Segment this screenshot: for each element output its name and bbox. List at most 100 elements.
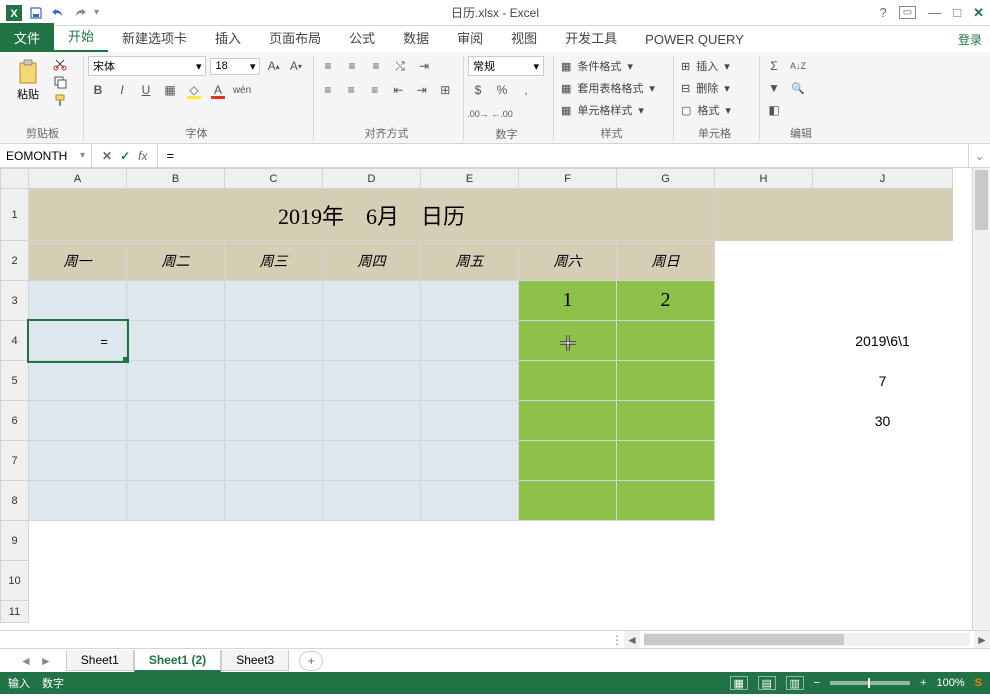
tab-review[interactable]: 审阅 [443, 23, 497, 52]
select-all-button[interactable] [1, 169, 29, 189]
split-handle-icon[interactable]: ⋮ [610, 631, 624, 648]
decrease-font-icon[interactable]: A▾ [287, 56, 305, 76]
view-normal-icon[interactable]: ▦ [730, 676, 748, 690]
zoom-level[interactable]: 100% [937, 677, 965, 689]
undo-icon[interactable] [50, 5, 66, 21]
col-header[interactable]: B [127, 169, 225, 189]
cell[interactable] [127, 481, 225, 521]
align-center-icon[interactable]: ≡ [342, 80, 362, 100]
row-header[interactable]: 2 [1, 241, 29, 281]
vertical-scrollbar[interactable] [972, 168, 990, 630]
row-header[interactable]: 8 [1, 481, 29, 521]
tab-formulas[interactable]: 公式 [335, 23, 389, 52]
weekday-header[interactable]: 周三 [225, 241, 323, 281]
cell[interactable] [421, 441, 519, 481]
tab-developer[interactable]: 开发工具 [551, 23, 631, 52]
cell[interactable] [127, 441, 225, 481]
row-header[interactable]: 9 [1, 521, 29, 561]
calendar-title-cell[interactable]: 2019年 6月 日历 [29, 189, 715, 241]
comma-icon[interactable]: , [516, 80, 536, 100]
bold-button[interactable]: B [88, 80, 108, 100]
cancel-formula-icon[interactable]: ✕ [102, 149, 112, 163]
scroll-left-icon[interactable]: ◄ [624, 631, 640, 648]
decrease-decimal-icon[interactable]: ←.00 [492, 104, 512, 124]
cell[interactable] [127, 281, 225, 321]
row-header[interactable]: 5 [1, 361, 29, 401]
ribbon-options-icon[interactable]: ▭ [899, 6, 916, 19]
cell[interactable] [323, 441, 421, 481]
sogou-icon[interactable]: S [975, 677, 982, 689]
tab-data[interactable]: 数据 [389, 23, 443, 52]
spreadsheet-grid[interactable]: A B C D E F G H J 1 2019年 6月 日历 2 周一 [0, 168, 953, 623]
tab-nav-next-icon[interactable]: ► [40, 654, 52, 668]
col-header[interactable]: A [29, 169, 127, 189]
cell[interactable] [29, 481, 127, 521]
cell[interactable] [519, 361, 617, 401]
weekday-header[interactable]: 周日 [617, 241, 715, 281]
col-header[interactable]: D [323, 169, 421, 189]
cell-styles-button[interactable]: ▦ 单元格样式 ▾ [558, 100, 647, 120]
qat-customize-icon[interactable]: ▾ [94, 7, 99, 18]
font-name-select[interactable]: 宋体▾ [88, 56, 206, 76]
cell[interactable] [421, 481, 519, 521]
cut-button[interactable] [50, 56, 70, 72]
col-header[interactable]: G [617, 169, 715, 189]
formula-input[interactable]: = [158, 144, 968, 167]
cell[interactable] [225, 481, 323, 521]
fx-icon[interactable]: fx [138, 149, 147, 163]
col-header[interactable]: C [225, 169, 323, 189]
tab-newtab[interactable]: 新建选项卡 [108, 23, 201, 52]
zoom-out-icon[interactable]: − [814, 677, 820, 689]
currency-icon[interactable]: $ [468, 80, 488, 100]
row-header[interactable]: 10 [1, 561, 29, 601]
clear-icon[interactable]: ◧ [764, 100, 784, 120]
cell[interactable] [225, 441, 323, 481]
merge-button[interactable]: ⊞ [436, 80, 456, 100]
cell[interactable]: 7 [813, 361, 953, 401]
align-middle-icon[interactable]: ≡ [342, 56, 362, 76]
cell[interactable] [29, 361, 127, 401]
weekday-header[interactable]: 周五 [421, 241, 519, 281]
autosum-icon[interactable]: Σ [764, 56, 784, 76]
login-link[interactable]: 登录 [958, 31, 982, 48]
format-painter-button[interactable] [50, 92, 70, 108]
italic-button[interactable]: I [112, 80, 132, 100]
close-icon[interactable]: ✕ [973, 5, 984, 21]
row-header[interactable]: 1 [1, 189, 29, 241]
row-header[interactable]: 3 [1, 281, 29, 321]
format-as-table-button[interactable]: ▦ 套用表格格式 ▾ [558, 78, 658, 98]
view-page-layout-icon[interactable]: ▤ [758, 676, 776, 690]
cell[interactable] [127, 401, 225, 441]
row-header[interactable]: 7 [1, 441, 29, 481]
row-header[interactable]: 4 [1, 321, 29, 361]
percent-icon[interactable]: % [492, 80, 512, 100]
maximize-icon[interactable]: □ [953, 5, 961, 20]
cell[interactable] [519, 321, 617, 361]
sheet-tab[interactable]: Sheet3 [221, 650, 289, 671]
cell[interactable] [519, 401, 617, 441]
cell[interactable] [225, 321, 323, 361]
cell[interactable] [421, 281, 519, 321]
scroll-right-icon[interactable]: ► [974, 631, 990, 648]
cell[interactable]: 1 [519, 281, 617, 321]
weekday-header[interactable]: 周六 [519, 241, 617, 281]
zoom-slider[interactable] [830, 681, 910, 685]
minimize-icon[interactable]: — [928, 5, 941, 20]
name-box[interactable]: EOMONTH▾ [0, 144, 92, 167]
cell[interactable] [323, 281, 421, 321]
col-header[interactable]: F [519, 169, 617, 189]
col-header[interactable]: J [813, 169, 953, 189]
increase-font-icon[interactable]: A▴ [264, 56, 282, 76]
number-format-select[interactable]: 常规▾ [468, 56, 544, 76]
tab-home[interactable]: 开始 [54, 21, 108, 52]
tab-insert[interactable]: 插入 [201, 23, 255, 52]
expand-formula-bar-icon[interactable]: ⌄ [968, 144, 990, 167]
fill-color-button[interactable]: ◇ [184, 80, 204, 100]
cell[interactable] [421, 361, 519, 401]
cell[interactable] [127, 321, 225, 361]
paste-button[interactable]: 粘贴 [10, 56, 46, 123]
conditional-format-button[interactable]: ▦ 条件格式 ▾ [558, 56, 636, 76]
row-header[interactable]: 6 [1, 401, 29, 441]
font-color-button[interactable]: A [208, 80, 228, 100]
insert-cells-button[interactable]: ⊞ 插入 ▾ [678, 56, 733, 76]
